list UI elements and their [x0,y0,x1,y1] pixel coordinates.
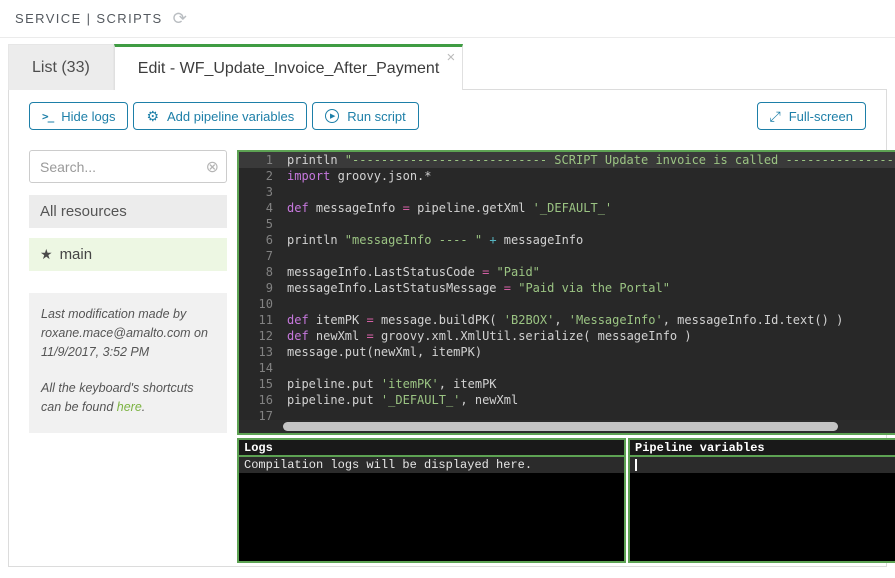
line-number: 15 [239,376,273,392]
code-line: 15pipeline.put 'itemPK', itemPK [239,376,895,392]
line-number: 11 [239,312,273,328]
line-number: 8 [239,264,273,280]
tab-list[interactable]: List (33) [8,44,114,90]
logs-panel: Logs Compilation logs will be displayed … [237,438,626,563]
code-line: 5 [239,216,895,232]
tab-bar: List (33) Edit - WF_Update_Invoice_After… [8,44,887,90]
sidebar-item-main[interactable]: ★ main [29,238,227,271]
search-box: ⊗ [29,150,227,183]
last-modification-text: Last modification made by roxane.mace@am… [41,305,215,361]
star-icon: ★ [40,246,53,263]
code-line: 11def itemPK = message.buildPK( 'B2BOX',… [239,312,895,328]
run-script-label: Run script [347,109,406,124]
line-number: 4 [239,200,273,216]
sidebar-item-all-resources[interactable]: All resources [29,195,227,228]
line-number: 13 [239,344,273,360]
tab-edit-label: Edit - WF_Update_Invoice_After_Payment [138,60,439,78]
full-screen-label: Full-screen [789,109,853,124]
main-panel: >_ Hide logs ⚙ Add pipeline variables ▶ … [8,89,887,567]
code-line: 6println "messageInfo ---- " + messageIn… [239,232,895,248]
hide-logs-label: Hide logs [61,109,115,124]
code-line: 10 [239,296,895,312]
pipeline-variables-title: Pipeline variables [630,440,895,457]
text-cursor [635,459,637,471]
shortcuts-suffix: . [142,400,145,414]
line-number: 14 [239,360,273,376]
code-line: 14 [239,360,895,376]
fullscreen-icon: ⤢ [770,109,781,123]
horizontal-scrollbar[interactable] [239,420,895,433]
pipeline-variables-line [630,457,895,473]
add-pipeline-variables-label: Add pipeline variables [167,109,294,124]
sidebar-item-label: All resources [40,203,127,220]
code-line: 16pipeline.put '_DEFAULT_', newXml [239,392,895,408]
line-number: 7 [239,248,273,264]
play-icon: ▶ [325,109,339,123]
clear-search-icon[interactable]: ⊗ [206,157,219,177]
code-line: 17 [239,408,895,420]
top-bar: SERVICE | SCRIPTS ⟳ [0,0,895,38]
sidebar-item-label: main [60,246,93,263]
line-number: 6 [239,232,273,248]
code-line: 2import groovy.json.* [239,168,895,184]
line-number: 9 [239,280,273,296]
toolbar: >_ Hide logs ⚙ Add pipeline variables ▶ … [19,102,876,130]
logs-message: Compilation logs will be displayed here. [239,457,624,473]
code-line: 8messageInfo.LastStatusCode = "Paid" [239,264,895,280]
line-number: 16 [239,392,273,408]
breadcrumb: SERVICE | SCRIPTS [15,11,163,26]
code-line: 9messageInfo.LastStatusMessage = "Paid v… [239,280,895,296]
shortcuts-link[interactable]: here [117,400,142,414]
code-line: 4def messageInfo = pipeline.getXml '_DEF… [239,200,895,216]
search-input[interactable] [29,150,227,183]
code-line: 1println "--------------------------- SC… [239,152,895,168]
line-number: 17 [239,408,273,420]
code-line: 13message.put(newXml, itemPK) [239,344,895,360]
tab-list-label: List (33) [32,59,90,77]
tab-edit[interactable]: Edit - WF_Update_Invoice_After_Payment × [114,44,463,90]
logs-panel-title: Logs [239,440,624,457]
line-number: 5 [239,216,273,232]
close-icon[interactable]: × [447,50,456,65]
code-line: 12def newXml = groovy.xml.XmlUtil.serial… [239,328,895,344]
gears-icon: ⚙ [146,109,159,123]
line-number: 1 [239,152,273,168]
code-lines: 1println "--------------------------- SC… [239,152,895,420]
shortcuts-text: All the keyboard's shortcuts can be foun… [41,379,215,417]
code-editor[interactable]: 1println "--------------------------- SC… [237,150,895,435]
code-line: 7 [239,248,895,264]
sidebar: ⊗ All resources ★ main Last modification… [29,150,227,563]
info-box: Last modification made by roxane.mace@am… [29,293,227,433]
pipeline-variables-panel: Pipeline variables [628,438,895,563]
full-screen-button[interactable]: ⤢ Full-screen [757,102,867,130]
line-number: 3 [239,184,273,200]
code-line: 3 [239,184,895,200]
horizontal-scrollbar-thumb[interactable] [283,422,838,431]
hide-logs-button[interactable]: >_ Hide logs [29,102,128,130]
line-number: 2 [239,168,273,184]
refresh-icon[interactable]: ⟳ [173,10,187,27]
run-script-button[interactable]: ▶ Run script [312,102,419,130]
add-pipeline-variables-button[interactable]: ⚙ Add pipeline variables [133,102,307,130]
line-number: 10 [239,296,273,312]
terminal-icon: >_ [42,111,53,122]
line-number: 12 [239,328,273,344]
